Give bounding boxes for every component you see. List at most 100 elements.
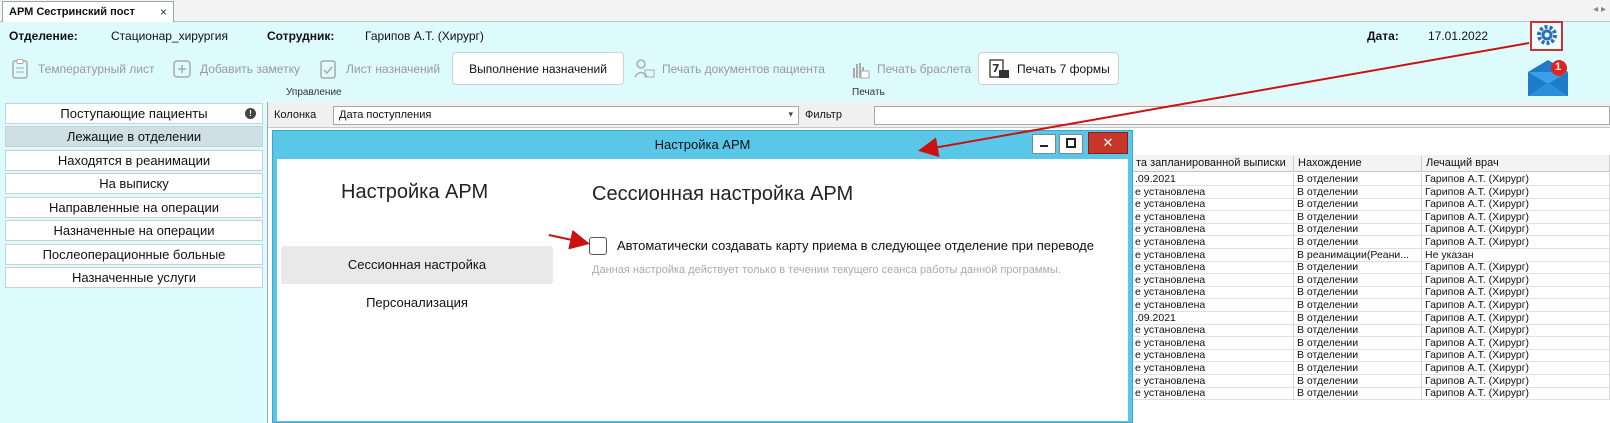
table-cell: е установлена — [1132, 248, 1294, 262]
table-cell: В отделении — [1294, 261, 1422, 275]
table-row[interactable]: е установлена В отделении Гарипов А.Т. (Хи… — [1132, 273, 1610, 287]
table-row[interactable]: е установлена В отделении Гарипов А.Т. (Хи… — [1132, 286, 1610, 300]
table-cell: е установлена — [1132, 362, 1294, 375]
auto-create-card-label[interactable]: Автоматически создавать карту приема в с… — [617, 238, 1094, 253]
table-row[interactable]: е установлена В отделении Гарипов А.Т. (Хи… — [1132, 299, 1610, 312]
side-item-label: Сессионная настройка — [347, 257, 487, 272]
filter-label: Фильтр — [805, 109, 842, 121]
table-row[interactable]: .09.2021 В отделении Гарипов А.Т. (Хирург) — [1132, 311, 1610, 325]
table-row[interactable]: е установлена В отделении Гарипов А.Т. (Хи… — [1132, 185, 1610, 199]
table-cell: В отделении — [1294, 210, 1422, 224]
table-cell: е установлена — [1132, 286, 1294, 300]
table-row[interactable]: е установлена В отделении Гарипов А.Т. (Хи… — [1132, 223, 1610, 237]
print-bracelet-button[interactable]: Печать браслета — [847, 52, 971, 85]
table-cell: В отделении — [1294, 185, 1422, 199]
date-value: 17.01.2022 — [1428, 29, 1489, 43]
table-cell: .09.2021 — [1132, 311, 1294, 325]
notifications-button[interactable]: 1 — [1526, 58, 1570, 98]
nav-item-label: Направленные на операции — [48, 200, 220, 215]
department-value: Стационар_хирургия — [111, 29, 228, 43]
table-row[interactable]: е установлена В отделении Гарипов А.Т. (Хи… — [1132, 387, 1610, 401]
table-row[interactable]: е установлена В отделении Гарипов А.Т. (Хи… — [1132, 198, 1610, 212]
nav-item-referred-surgery[interactable]: Направленные на операции — [5, 197, 263, 218]
chevron-down-icon: ▾ — [788, 109, 793, 119]
gear-icon — [1536, 24, 1558, 49]
auto-create-card-checkbox[interactable] — [589, 237, 607, 255]
close-button[interactable]: ✕ — [1088, 132, 1128, 154]
patient-print-icon — [632, 57, 656, 81]
add-note-label: Добавить заметку — [200, 61, 300, 76]
group-label-manage: Управление — [286, 87, 342, 98]
execute-orders-label: Выполнение назначений — [469, 61, 607, 76]
dialog-main-title: Сессионная настройка АРМ — [592, 183, 854, 205]
tab-title: АРМ Сестринский пост — [9, 6, 135, 18]
table-cell: Гарипов А.Т. (Хирург) — [1422, 273, 1610, 287]
table-cell: В отделении — [1294, 273, 1422, 287]
table-cell: е установлена — [1132, 185, 1294, 199]
table-cell: В отделении — [1294, 198, 1422, 212]
orders-sheet-button[interactable]: Лист назначений — [316, 52, 440, 85]
svg-text:7: 7 — [992, 62, 1000, 75]
orders-sheet-label: Лист назначений — [346, 61, 441, 76]
table-cell: В отделении — [1294, 311, 1422, 325]
table-cell: Не указан — [1422, 248, 1610, 262]
table-row[interactable]: е установлена В отделении Гарипов А.Т. (Хи… — [1132, 236, 1610, 249]
table-row[interactable]: е установлена В отделении Гарипов А.Т. (Хи… — [1132, 362, 1610, 375]
tab-arm-nurse-post[interactable]: АРМ Сестринский пост × — [2, 1, 174, 22]
table-cell: В отделении — [1294, 362, 1422, 375]
table-cell: Гарипов А.Т. (Хирург) — [1422, 324, 1610, 338]
temperature-sheet-button[interactable]: Температурный лист — [8, 52, 155, 85]
filter-input[interactable] — [874, 106, 1610, 125]
table-cell: е установлена — [1132, 324, 1294, 338]
employee-value: Гарипов А.Т. (Хирург) — [365, 29, 484, 43]
column-select[interactable]: Дата поступления ▾ — [333, 106, 799, 125]
dialog-body: Настройка АРМ Сессионная настройка Персо… — [277, 159, 1128, 421]
table-row[interactable]: .09.2021 В отделении Гарипов А.Т. (Хирург) — [1132, 173, 1610, 186]
nav-item-in-icu[interactable]: Находятся в реанимации — [5, 150, 263, 171]
side-item-session-settings[interactable]: Сессионная настройка — [281, 246, 553, 284]
table-row[interactable]: е установлена В отделении Гарипов А.Т. (Хи… — [1132, 336, 1610, 350]
dialog-side-title: Настройка АРМ — [341, 181, 489, 203]
print-form7-button[interactable]: 7 Печать 7 формы — [978, 52, 1119, 85]
maximize-button[interactable] — [1059, 134, 1083, 154]
print-form7-label: Печать 7 формы — [1017, 61, 1110, 76]
date-label: Дата: — [1367, 29, 1399, 43]
tab-scroll-arrows-icon[interactable]: ◂ ▸ — [1593, 4, 1606, 15]
table-cell: В отделении — [1294, 349, 1422, 363]
column-select-value: Дата поступления — [339, 109, 432, 121]
table-cell: В отделении — [1294, 236, 1422, 249]
col-header-location[interactable]: Нахождение — [1294, 155, 1422, 172]
table-cell: е установлена — [1132, 273, 1294, 287]
table-row[interactable]: е установлена В отделении Гарипов А.Т. (Хи… — [1132, 324, 1610, 338]
nav-item-label: Находятся в реанимации — [57, 153, 211, 168]
settings-gear-button[interactable] — [1530, 21, 1563, 51]
side-item-personalization[interactable]: Персонализация — [281, 284, 553, 322]
settings-dialog: Настройка АРМ ✕ Настройка АРМ Сессионная… — [272, 130, 1133, 423]
nav-item-incoming-patients[interactable]: Поступающие пациенты ! — [5, 103, 263, 124]
table-row[interactable]: е установлена В отделении Гарипов А.Т. (Хи… — [1132, 261, 1610, 275]
nav-item-discharge[interactable]: На выписку — [5, 173, 263, 194]
execute-orders-button[interactable]: Выполнение назначений — [452, 52, 624, 85]
table-row[interactable]: е установлена В отделении Гарипов А.Т. (Хи… — [1132, 349, 1610, 363]
nav-item-label: Назначенные услуги — [71, 270, 197, 285]
table-row[interactable]: е установлена В отделении Гарипов А.Т. (Хи… — [1132, 210, 1610, 224]
orders-clipboard-icon — [316, 57, 340, 81]
col-header-planned-discharge[interactable]: та запланированной выписки — [1132, 155, 1294, 172]
nav-item-scheduled-surgery[interactable]: Назначенные на операции — [5, 220, 263, 241]
nav-item-label: Послеоперационные больные — [42, 247, 226, 262]
temperature-sheet-label: Температурный лист — [38, 61, 155, 76]
table-row[interactable]: е установлена В реанимации(Реани... Не ука… — [1132, 248, 1610, 262]
minimize-button[interactable] — [1032, 134, 1056, 154]
nav-item-in-department[interactable]: Лежащие в отделении — [5, 126, 263, 147]
print-patient-docs-button[interactable]: Печать документов пациента — [632, 52, 825, 85]
nav-item-postoperative[interactable]: Послеоперационные больные — [5, 244, 263, 265]
nav-item-assigned-services[interactable]: Назначенные услуги — [5, 267, 263, 288]
table-cell: Гарипов А.Т. (Хирург) — [1422, 299, 1610, 312]
table-row[interactable]: е установлена В отделении Гарипов А.Т. (Хи… — [1132, 374, 1610, 388]
tab-close-icon[interactable]: × — [160, 5, 167, 19]
add-note-button[interactable]: Добавить заметку — [170, 52, 300, 85]
nav-item-label: На выписку — [99, 176, 169, 191]
table-cell: е установлена — [1132, 349, 1294, 363]
col-header-doctor[interactable]: Лечащий врач — [1422, 155, 1610, 172]
table-cell: Гарипов А.Т. (Хирург) — [1422, 185, 1610, 199]
